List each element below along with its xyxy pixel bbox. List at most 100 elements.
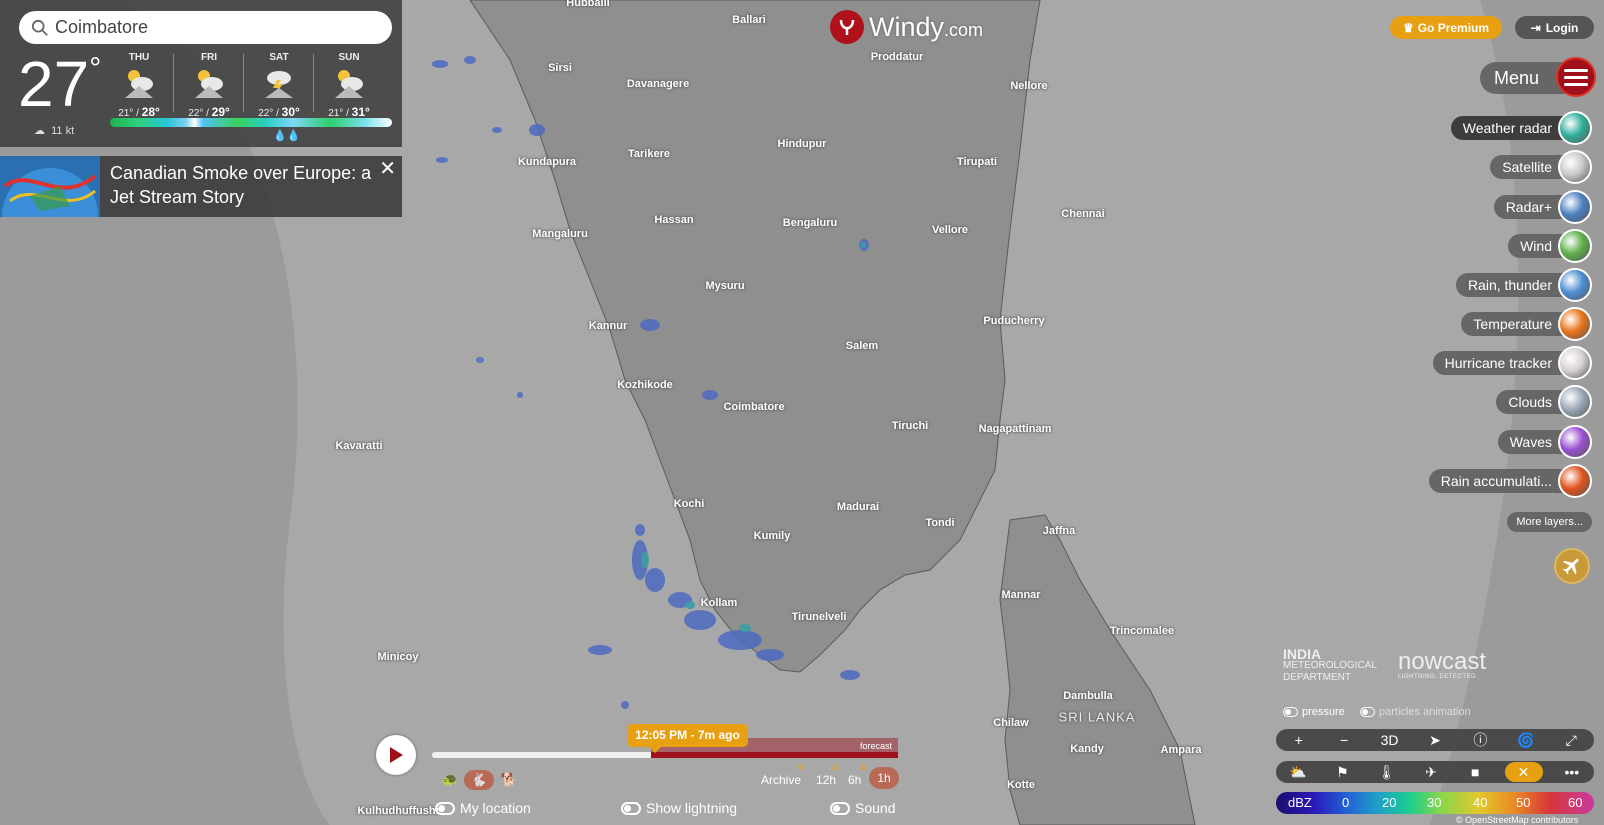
airplane-icon[interactable] — [1554, 548, 1590, 584]
city-label: Coimbatore — [723, 401, 785, 413]
search-input[interactable] — [55, 17, 375, 38]
temp-range: 21° / 31° — [328, 105, 370, 119]
layer-hurricane[interactable]: Hurricane tracker — [1432, 346, 1592, 380]
timeline-past[interactable] — [432, 752, 651, 758]
toggle-switch[interactable] — [1283, 707, 1298, 717]
weather-icon[interactable]: ⛅ — [1283, 762, 1313, 782]
close-icon[interactable]: ✕ — [379, 156, 396, 181]
step-1h-button[interactable]: 1h — [869, 767, 899, 789]
news-title[interactable]: Canadian Smoke over Europe: a Jet Stream… — [100, 156, 402, 217]
temp-range: 21° / 28° — [118, 105, 160, 119]
play-icon — [390, 747, 403, 763]
city-label: Dambulla — [1063, 690, 1113, 702]
city-label: Minicoy — [377, 651, 419, 663]
forecast-day[interactable]: FRI 22° / 29° — [174, 52, 244, 119]
pressure-toggle[interactable]: pressure — [1283, 706, 1345, 718]
layer-clouds[interactable]: Clouds — [1496, 385, 1592, 419]
radar-plus-thumb-icon[interactable] — [1558, 190, 1592, 224]
go-premium-button[interactable]: ♛ Go Premium — [1390, 16, 1502, 39]
search-box[interactable] — [19, 11, 392, 44]
step-12h-button[interactable]: 12h — [816, 773, 836, 787]
more-icon[interactable]: ••• — [1557, 762, 1587, 782]
wind-thumb-icon[interactable] — [1558, 229, 1592, 263]
waves-thumb-icon[interactable] — [1558, 425, 1592, 459]
city-label: Vellore — [931, 224, 969, 236]
clouds-thumb-icon[interactable] — [1558, 385, 1592, 419]
news-thumbnail[interactable] — [0, 156, 100, 217]
login-button[interactable]: ⇥ Login — [1515, 16, 1594, 39]
hamburger-icon[interactable] — [1556, 57, 1596, 97]
toggle-switch[interactable] — [1360, 707, 1375, 717]
crown-icon: ♛ — [860, 763, 868, 772]
layer-satellite[interactable]: Satellite — [1490, 150, 1592, 184]
layer-waves[interactable]: Waves — [1497, 425, 1592, 459]
particles-animation-toggle[interactable]: particles animation — [1360, 706, 1471, 718]
city-label: Bengaluru — [782, 217, 838, 229]
timeline-forecast[interactable] — [651, 752, 898, 758]
zoom-out-button[interactable]: − — [1329, 730, 1359, 750]
forecast-label: forecast — [860, 741, 893, 751]
layer-label[interactable]: Rain accumulati... — [1428, 469, 1576, 493]
toggle-switch[interactable] — [621, 801, 641, 815]
layer-rain-thunder[interactable]: Rain, thunder — [1455, 268, 1592, 302]
forecast-panel[interactable]: 27° ☁ 11 kt THU 21° / 28° FRI 22° / 29° … — [0, 0, 402, 147]
toggle-switch[interactable] — [435, 801, 455, 815]
zoom-in-button[interactable]: + — [1284, 730, 1314, 750]
city-label: Hindupur — [777, 138, 827, 150]
more-layers-button[interactable]: More layers... — [1507, 512, 1592, 532]
rain-accum-thumb-icon[interactable] — [1558, 464, 1592, 498]
city-label: Kulhudhuffushi — [357, 805, 439, 817]
my-location-toggle[interactable]: My location — [435, 800, 531, 816]
city-label: Jaffna — [1042, 525, 1076, 537]
layer-rain-accum[interactable]: Rain accumulati... — [1428, 464, 1592, 498]
slow-speed-icon[interactable]: 🐢 — [440, 770, 460, 790]
forecast-day[interactable]: SUN 21° / 31° — [314, 52, 384, 119]
archive-button[interactable]: Archive — [761, 773, 801, 787]
layer-label[interactable]: Hurricane tracker — [1432, 351, 1576, 375]
satellite-thumb-icon[interactable] — [1558, 150, 1592, 184]
3d-button[interactable]: 3D — [1375, 730, 1405, 750]
osm-credit[interactable]: © OpenStreetMap contributors — [1456, 815, 1578, 825]
airport-icon[interactable]: ✈ — [1416, 762, 1446, 782]
layer-weather-radar[interactable]: Weather radar — [1450, 111, 1592, 145]
forecast-day[interactable]: THU 21° / 28° — [104, 52, 174, 119]
city-label: Kundapura — [517, 156, 577, 168]
step-6h-button[interactable]: 6h — [848, 773, 861, 787]
sound-toggle[interactable]: Sound — [830, 800, 895, 816]
thermometer-icon[interactable]: 🌡 — [1372, 762, 1402, 782]
menu-button[interactable]: Menu — [1480, 57, 1596, 97]
forecast-day[interactable]: SAT 22° / 30° — [244, 52, 314, 119]
logo-text: Windy.com — [869, 11, 984, 42]
medium-speed-icon[interactable]: 🐇 — [464, 770, 494, 790]
current-wind: ☁ 11 kt — [34, 125, 75, 137]
rain-thunder-thumb-icon[interactable] — [1558, 268, 1592, 302]
lightning-strike-icon[interactable]: ✕ — [1504, 762, 1543, 782]
fast-speed-icon[interactable]: 🐕 — [499, 770, 519, 790]
info-icon[interactable]: ⓘ — [1465, 730, 1495, 750]
layer-radar-plus[interactable]: Radar+ — [1493, 190, 1592, 224]
windy-logo[interactable]: Windy.com — [830, 10, 983, 44]
layer-wind[interactable]: Wind — [1508, 229, 1592, 263]
hurricane-thumb-icon[interactable] — [1558, 346, 1592, 380]
flag-icon[interactable]: ⚑ — [1327, 762, 1357, 782]
partly-cloudy-icon — [335, 70, 363, 98]
city-label: Davanagere — [626, 78, 690, 90]
layer-temperature[interactable]: Temperature — [1461, 307, 1592, 341]
current-time-bubble[interactable]: 12:05 PM - 7m ago — [627, 724, 748, 753]
hurricane-icon[interactable]: 🌀 — [1511, 730, 1541, 750]
play-button[interactable] — [376, 735, 416, 775]
temperature-thumb-icon[interactable] — [1558, 307, 1592, 341]
city-label: Tirupati — [956, 156, 998, 168]
city-label: Madurai — [836, 501, 880, 513]
toggle-switch[interactable] — [830, 801, 850, 815]
news-card[interactable]: Canadian Smoke over Europe: a Jet Stream… — [0, 156, 402, 217]
webcam-icon[interactable]: ■ — [1460, 762, 1490, 782]
weather-radar-thumb-icon[interactable] — [1558, 111, 1592, 145]
map-controls-toolbar: + − 3D ➤ ⓘ 🌀 ⤢ — [1276, 729, 1594, 751]
locate-icon[interactable]: ➤ — [1420, 730, 1450, 750]
partly-cloudy-icon — [195, 70, 223, 98]
show-lightning-toggle[interactable]: Show lightning — [621, 800, 737, 816]
scale-tick: 0 — [1342, 795, 1350, 810]
fullscreen-icon[interactable]: ⤢ — [1556, 730, 1586, 750]
search-icon[interactable] — [31, 19, 49, 37]
